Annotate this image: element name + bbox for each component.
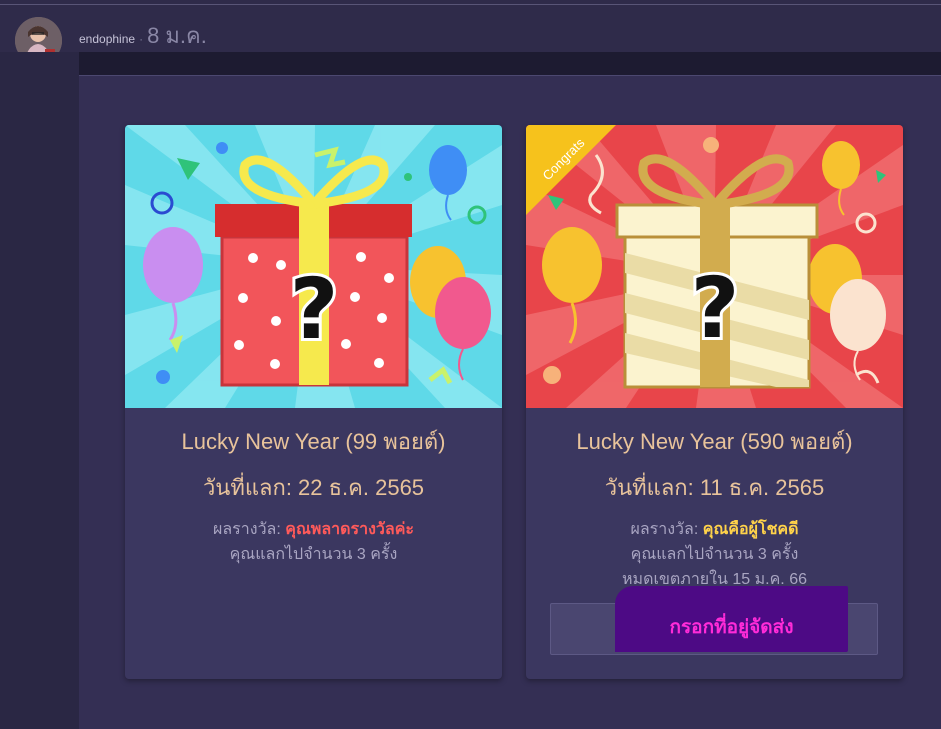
address-button-label[interactable]: กรอกที่อยู่จัดส่ง: [615, 612, 848, 642]
redeem-date: วันที่แลก: 22 ธ.ค. 2565: [202, 475, 425, 500]
card-title: Lucky New Year (590 พอยต์): [576, 429, 853, 454]
gift-box-image: ?: [125, 125, 502, 408]
left-sidebar: [0, 52, 79, 729]
prize-result: ผลรางวัล: คุณคือผู้โชคดี: [526, 517, 903, 542]
content-top-bar: [79, 52, 941, 76]
redeem-count: คุณแลกไปจำนวน 3 ครั้ง: [630, 546, 799, 563]
prize-result: ผลรางวัล: คุณพลาดรางวัลค่ะ: [125, 517, 502, 542]
prize-label: ผลรางวัล:: [630, 521, 703, 538]
card-title: Lucky New Year (99 พอยต์): [181, 429, 446, 454]
prize-value: คุณคือผู้โชคดี: [702, 521, 799, 538]
svg-text:?: ?: [290, 260, 339, 358]
redeem-count: คุณแลกไปจำนวน 3 ครั้ง: [229, 546, 398, 563]
prize-value: คุณพลาดรางวัลค่ะ: [285, 521, 414, 538]
prize-label: ผลรางวัล:: [213, 521, 286, 538]
gift-box-image: Congrats ?: [526, 125, 903, 408]
reward-card-1: ? Lucky New Year (99 พอยต์) วันที่แลก: 2…: [125, 125, 502, 679]
username-link[interactable]: endophine: [79, 32, 135, 46]
post-date: 8 ม.ค.: [147, 23, 207, 48]
meta-separator: ·: [139, 32, 144, 46]
svg-text:?: ?: [691, 259, 740, 357]
post-meta: endophine · 8 ม.ค.: [79, 18, 207, 53]
redeem-date: วันที่แลก: 11 ธ.ค. 2565: [604, 475, 825, 500]
